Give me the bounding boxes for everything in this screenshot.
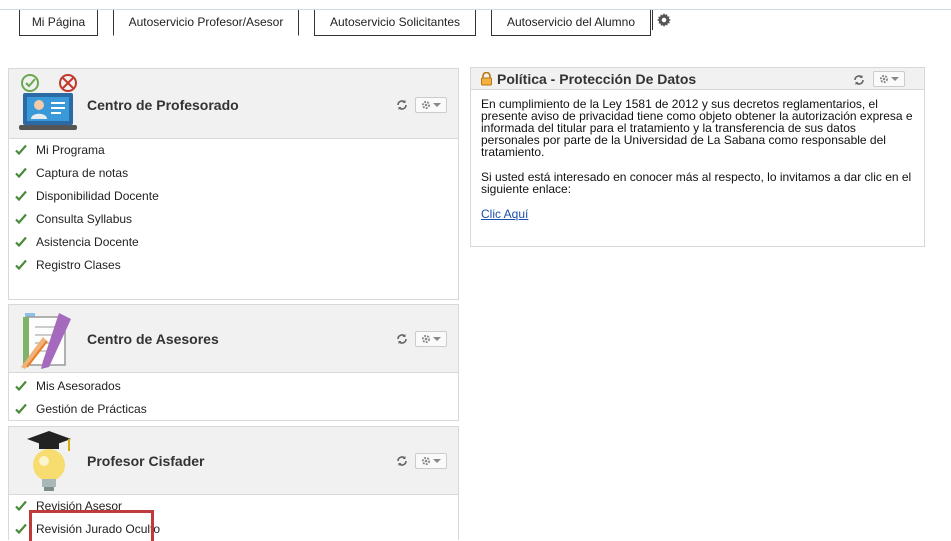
check-icon (15, 236, 27, 248)
link-list: Mi Programa Captura de notas Disponibili… (9, 139, 458, 277)
pagelet-title: Profesor Cisfader (87, 453, 205, 469)
check-icon (15, 523, 27, 535)
tab-autoservicio-solicitantes[interactable]: Autoservicio Solicitantes (314, 10, 476, 36)
policy-paragraph: En cumplimiento de la Ley 1581 de 2012 y… (481, 97, 913, 159)
refresh-icon[interactable] (396, 333, 408, 345)
refresh-icon[interactable] (396, 455, 408, 467)
policy-body: En cumplimiento de la Ley 1581 de 2012 y… (481, 98, 916, 220)
link-captura-notas[interactable]: Captura de notas (36, 166, 128, 180)
pagelet-header: Profesor Cisfader (9, 427, 458, 495)
pagelet-options-button[interactable] (415, 97, 447, 113)
list-item: Registro Clases (9, 254, 458, 277)
notebook-pencil-icon (21, 313, 71, 369)
pagelet-centro-asesores: Centro de Asesores Mis Asesorados Gestió… (8, 304, 459, 421)
link-disponibilidad-docente[interactable]: Disponibilidad Docente (36, 189, 159, 203)
gear-icon (879, 74, 889, 84)
tab-autoservicio-profesor[interactable]: Autoservicio Profesor/Asesor (113, 10, 299, 36)
list-item: Disponibilidad Docente (9, 185, 458, 208)
check-icon (15, 259, 27, 271)
pagelet-centro-profesorado: Centro de Profesorado Mi Programa Captur… (8, 68, 459, 300)
link-gestion-practicas[interactable]: Gestión de Prácticas (36, 402, 147, 416)
pagelet-profesor-cisfader: Profesor Cisfader Revisión Asesor Revisi… (8, 426, 459, 541)
refresh-icon[interactable] (853, 74, 865, 86)
check-icon (15, 167, 27, 179)
gear-icon (421, 100, 431, 110)
pagelet-title: Centro de Asesores (87, 331, 219, 347)
gear-icon (421, 334, 431, 344)
link-registro-clases[interactable]: Registro Clases (36, 258, 121, 272)
pagelet-options-button[interactable] (415, 453, 447, 469)
tab-autoservicio-alumno[interactable]: Autoservicio del Alumno (491, 10, 651, 36)
pagelet-header: Centro de Profesorado (9, 69, 458, 139)
clic-aqui-link[interactable]: Clic Aquí (481, 207, 528, 221)
check-icon (15, 213, 27, 225)
tab-bar: Mi Página Autoservicio Profesor/Asesor A… (0, 0, 951, 40)
check-icon (15, 403, 27, 415)
link-mi-programa[interactable]: Mi Programa (36, 143, 105, 157)
pagelet-header: Centro de Asesores (9, 305, 458, 373)
tab-mi-pagina[interactable]: Mi Página (19, 10, 98, 36)
pagelet-header: Política - Protección De Datos (471, 68, 924, 90)
link-asistencia-docente[interactable]: Asistencia Docente (36, 235, 139, 249)
refresh-icon[interactable] (396, 99, 408, 111)
check-icon (15, 380, 27, 392)
list-item: Consulta Syllabus (9, 208, 458, 231)
link-mis-asesorados[interactable]: Mis Asesorados (36, 379, 121, 393)
gear-icon (421, 456, 431, 466)
pagelet-politica-datos: Política - Protección De Datos En cumpli… (470, 67, 925, 247)
check-icon (15, 190, 27, 202)
pagelet-title: Centro de Profesorado (87, 97, 239, 113)
gear-icon[interactable] (656, 13, 671, 27)
pagelet-options-button[interactable] (415, 331, 447, 347)
list-item: Mi Programa (9, 139, 458, 162)
list-item: Captura de notas (9, 162, 458, 185)
list-item: Mis Asesorados (9, 375, 458, 398)
pagelet-options-button[interactable] (873, 71, 905, 87)
list-item: Gestión de Prácticas (9, 398, 458, 421)
chevron-down-icon (433, 103, 441, 107)
check-icon (15, 144, 27, 156)
link-consulta-syllabus[interactable]: Consulta Syllabus (36, 212, 132, 226)
tab-settings[interactable] (652, 10, 674, 30)
teacher-laptop-icon (19, 74, 77, 130)
chevron-down-icon (891, 77, 899, 81)
link-list: Mis Asesorados Gestión de Prácticas (9, 375, 458, 421)
highlight-box (29, 510, 154, 541)
lock-icon (481, 72, 492, 86)
chevron-down-icon (433, 337, 441, 341)
check-icon (15, 500, 27, 512)
pagelet-title: Política - Protección De Datos (497, 71, 697, 87)
chevron-down-icon (433, 459, 441, 463)
list-item: Asistencia Docente (9, 231, 458, 254)
graduation-bulb-icon (27, 431, 71, 491)
policy-paragraph: Si usted está interesado en conocer más … (481, 170, 912, 196)
